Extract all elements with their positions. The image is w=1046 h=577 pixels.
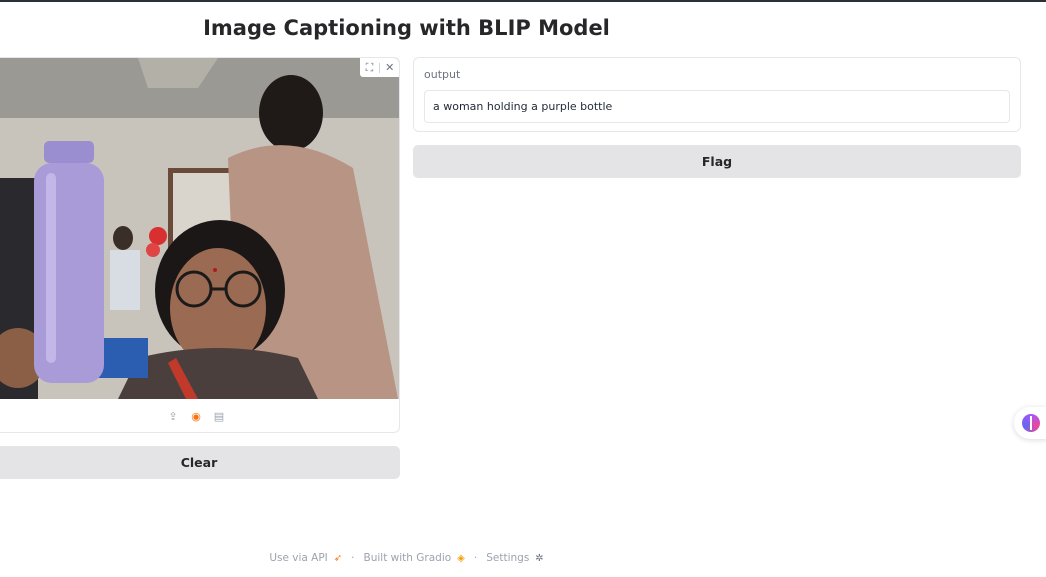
use-via-api-link[interactable]: Use via API xyxy=(269,552,327,564)
image-source-selector: ⇪ ◉ ▤ xyxy=(0,405,399,427)
output-textbox[interactable]: a woman holding a purple bottle xyxy=(424,90,1010,123)
webcam-photo: ⛶ ✕ xyxy=(0,58,399,399)
rocket-icon: ➶ xyxy=(333,552,343,564)
floating-assistant-button[interactable] xyxy=(1014,407,1046,439)
built-with-gradio-link[interactable]: Built with Gradio xyxy=(364,552,452,564)
settings-link[interactable]: Settings xyxy=(486,552,529,564)
flag-button[interactable]: Flag xyxy=(413,145,1021,178)
webcam-icon[interactable]: ◉ xyxy=(190,410,203,423)
brain-icon xyxy=(1022,414,1040,432)
output-label: output xyxy=(424,68,461,81)
top-border xyxy=(0,0,1046,2)
toolbar-divider xyxy=(378,62,380,73)
gradio-logo-icon: ◈ xyxy=(457,552,465,564)
image-input-panel[interactable]: ⛶ ✕ ⇪ ◉ ▤ xyxy=(0,57,400,433)
output-textbox-block: output a woman holding a purple bottle xyxy=(413,57,1021,132)
gear-icon: ✲ xyxy=(535,552,544,564)
image-toolbar: ⛶ ✕ xyxy=(360,58,399,77)
footer-separator: · xyxy=(351,552,355,564)
fullscreen-icon[interactable]: ⛶ xyxy=(366,62,374,73)
close-icon[interactable]: ✕ xyxy=(385,62,394,73)
clipboard-icon[interactable]: ▤ xyxy=(213,410,226,423)
footer-separator: · xyxy=(473,552,478,564)
clear-button[interactable]: Clear xyxy=(0,446,400,479)
footer: Use via API ➶ · Built with Gradio ◈ · Se… xyxy=(0,552,813,564)
upload-icon[interactable]: ⇪ xyxy=(167,410,180,423)
page-title: Image Captioning with BLIP Model xyxy=(203,16,610,40)
